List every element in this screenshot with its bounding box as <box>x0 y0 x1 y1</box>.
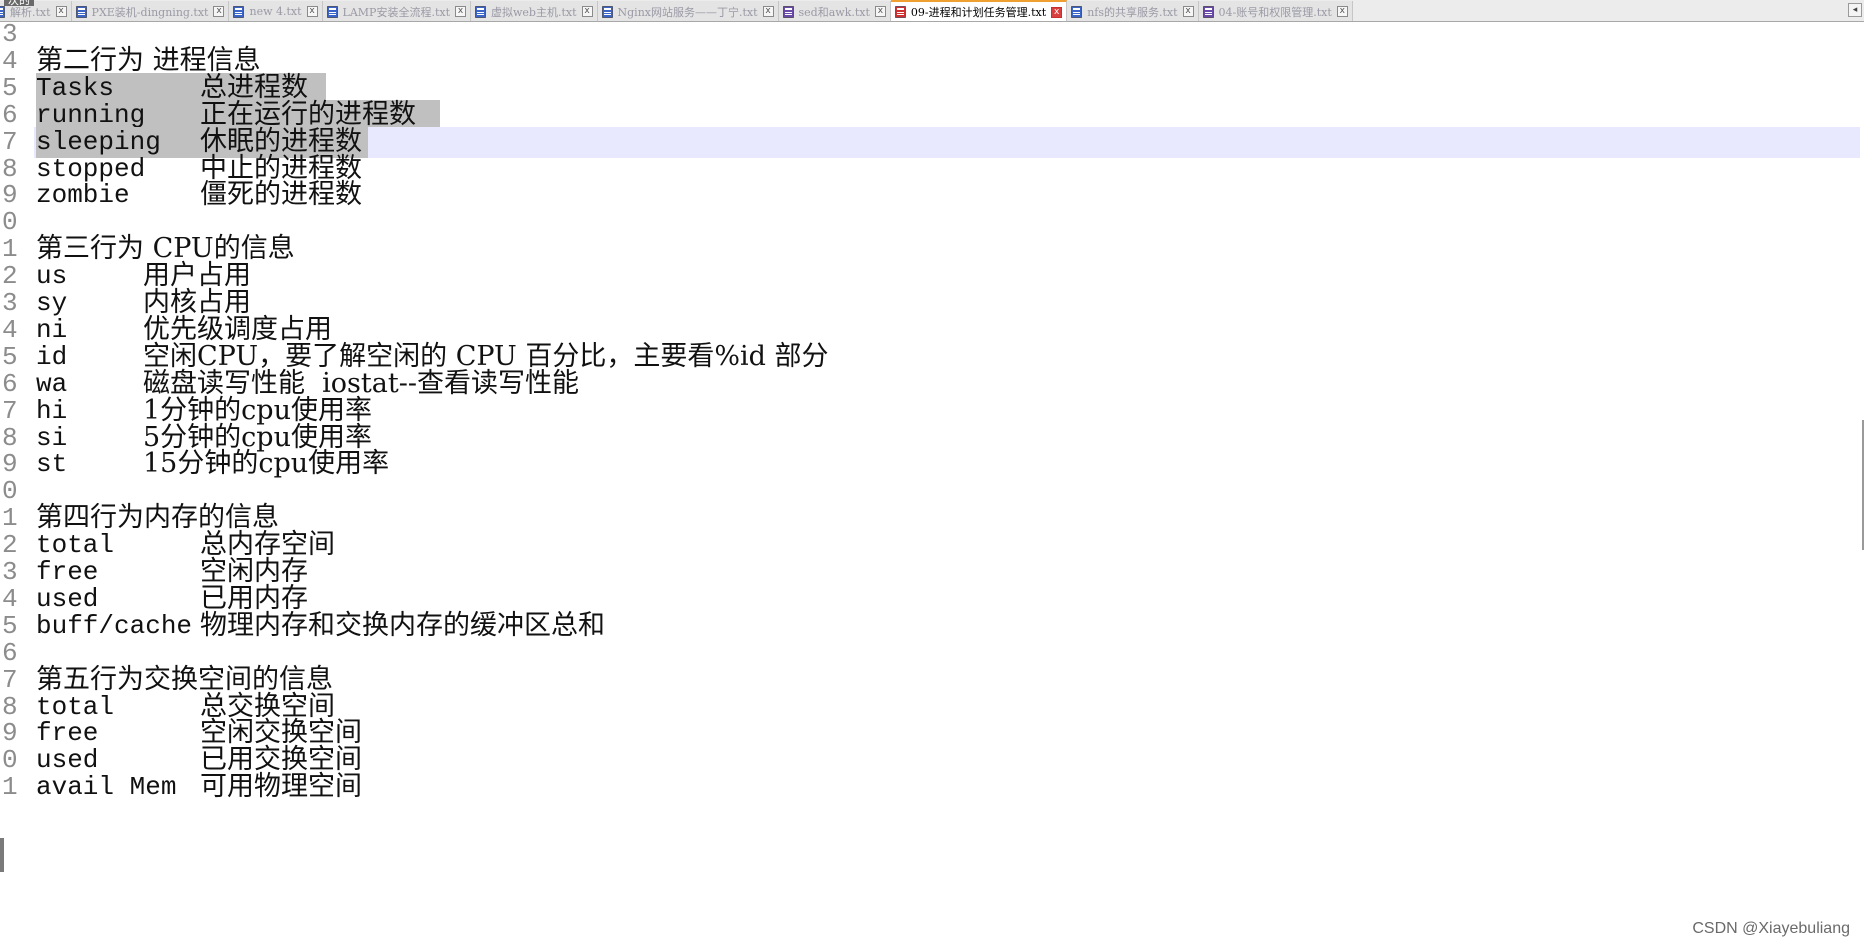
file-purple-icon <box>782 5 794 18</box>
close-icon[interactable]: x <box>762 6 774 17</box>
close-icon[interactable]: x <box>874 6 886 17</box>
file-purple-icon <box>1202 5 1214 18</box>
close-icon[interactable]: x <box>306 6 318 17</box>
file-blue-icon <box>601 5 613 18</box>
file-blue-icon <box>233 5 245 18</box>
close-icon[interactable]: x <box>1051 6 1063 18</box>
field-description: 可用物理空间 <box>200 771 362 803</box>
editor-area[interactable]: 3 4 第二行为 进程信息 5 Tasks 总进程数 6 running 正在运行的进程数 7 sl… <box>0 19 1864 944</box>
close-icon[interactable]: x <box>1336 6 1348 17</box>
file-blue-icon <box>326 5 338 18</box>
close-icon[interactable]: x <box>55 6 67 17</box>
close-icon[interactable]: x <box>213 6 225 17</box>
editor-line[interactable]: 1 avail Mem 可用物理空间 <box>0 771 1860 803</box>
bookmark-margin-marker <box>0 838 4 872</box>
tab-label: new 4.txt <box>249 5 302 18</box>
file-blue-icon <box>475 5 486 18</box>
file-blue-icon <box>1071 5 1082 18</box>
watermark: CSDN @Xiayebuliang <box>1692 920 1850 937</box>
file-red-icon <box>895 6 906 18</box>
tab-scroll-left-button[interactable]: ◂ <box>1848 3 1862 17</box>
file-blue-icon <box>75 5 87 18</box>
field-key: avail Mem <box>36 772 177 803</box>
close-icon[interactable]: x <box>581 6 593 17</box>
file-blue-icon <box>0 5 5 18</box>
close-icon[interactable]: x <box>455 6 466 17</box>
close-icon[interactable]: x <box>1182 6 1194 17</box>
line-number: 1 <box>2 772 18 803</box>
corner-label: 次的 <box>4 0 34 6</box>
